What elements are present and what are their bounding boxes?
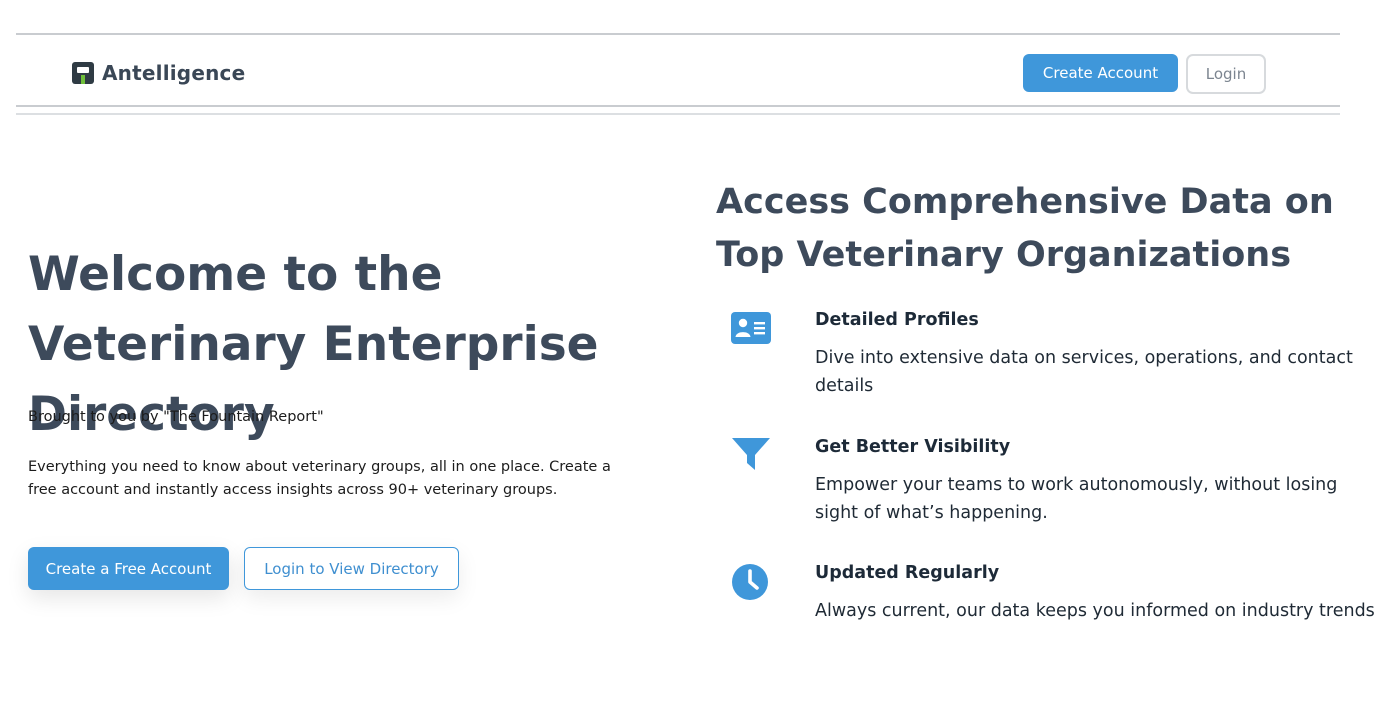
feature-title: Updated Regularly	[815, 563, 1000, 583]
feature-title: Get Better Visibility	[815, 437, 1011, 457]
login-button[interactable]: Login	[1186, 54, 1266, 94]
top-navbar: Antelligence Create Account Login	[16, 33, 1340, 115]
hero-description: Everything you need to know about veteri…	[28, 459, 611, 498]
features-title: Access Comprehensive Data on Top Veterin…	[716, 182, 1334, 275]
hero-attribution: Brought to you by "The Fountain Report"	[28, 409, 324, 425]
feature-description: Dive into extensive data on services, op…	[815, 348, 1353, 396]
feature-title: Detailed Profiles	[815, 310, 979, 330]
login-to-view-directory-button[interactable]: Login to View Directory	[244, 547, 459, 590]
feature-description: Empower your teams to work autonomously,…	[815, 475, 1338, 523]
funnel-icon	[730, 437, 772, 479]
id-card-icon	[730, 310, 772, 352]
feature-description: Always current, our data keeps you infor…	[815, 601, 1375, 621]
logo-icon	[72, 62, 94, 84]
brand-name: Antelligence	[102, 61, 246, 85]
create-free-account-button[interactable]: Create a Free Account	[28, 547, 229, 590]
clock-icon	[730, 563, 772, 605]
create-account-button[interactable]: Create Account	[1023, 54, 1178, 92]
brand-logo[interactable]: Antelligence	[72, 61, 245, 85]
